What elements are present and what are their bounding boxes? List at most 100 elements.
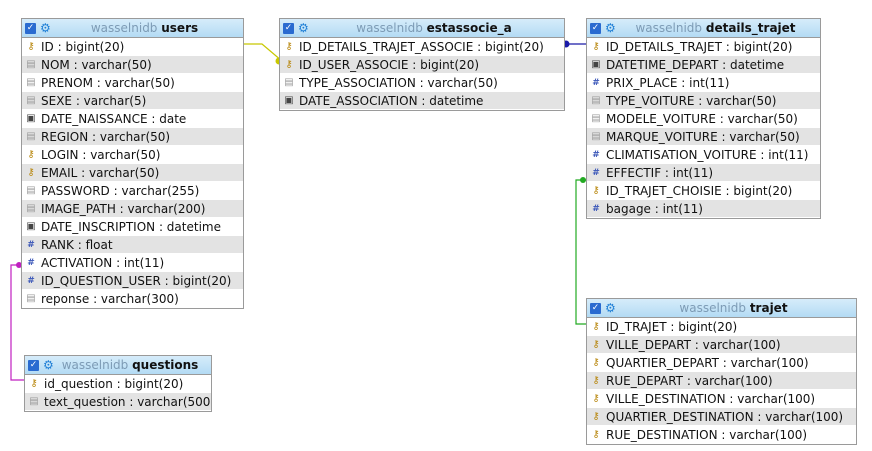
gear-icon[interactable]: ⚙ (298, 22, 310, 34)
column-row[interactable]: # CLIMATISATION_VOITURE : int(11) (587, 146, 820, 164)
column-row[interactable]: ▣ DATE_ASSOCIATION : datetime (280, 92, 564, 110)
text-icon: ▤ (26, 203, 36, 214)
key-icon: ⚷ (592, 393, 600, 404)
key-icon: ⚷ (592, 41, 600, 52)
column-row[interactable]: ▤ NOM : varchar(50) (22, 56, 243, 74)
column-row[interactable]: ⚷ VILLE_DESTINATION : varchar(100) (587, 390, 856, 408)
key-icon: ⚷ (592, 185, 600, 196)
column-row[interactable]: ⚷ RUE_DEPART : varchar(100) (587, 372, 856, 390)
text-icon: ▤ (591, 95, 601, 106)
checkbox-icon[interactable]: ✓ (28, 359, 39, 371)
column-row[interactable]: # bagage : int(11) (587, 200, 820, 218)
column-row[interactable]: ▤ PASSWORD : varchar(255) (22, 182, 243, 200)
column-row[interactable]: ▤ text_question : varchar(500) (25, 393, 211, 411)
gear-icon[interactable]: ⚙ (605, 22, 617, 34)
key-icon: ⚷ (592, 357, 600, 368)
number-icon: # (592, 167, 600, 178)
text-icon: ▤ (26, 293, 36, 304)
number-icon: # (592, 77, 600, 88)
table-header[interactable]: ✓ ⚙ wasselnidb users (22, 19, 243, 38)
column-row[interactable]: ▤ SEXE : varchar(5) (22, 92, 243, 110)
text-icon: ▤ (26, 77, 36, 88)
table-details-trajet[interactable]: ✓ ⚙ wasselnidb details_trajet ⚷ ID_DETAIL… (586, 18, 821, 219)
column-row[interactable]: ⚷ ID_DETAILS_TRAJET : bigint(20) (587, 38, 820, 56)
column-row[interactable]: # ACTIVATION : int(11) (22, 254, 243, 272)
column-row[interactable]: # EFFECTIF : int(11) (587, 164, 820, 182)
column-row[interactable]: ⚷ ID_TRAJET_CHOISIE : bigint(20) (587, 182, 820, 200)
column-row[interactable]: ▤ REGION : varchar(50) (22, 128, 243, 146)
table-title: wasselnidb questions (61, 358, 199, 372)
key-icon: ⚷ (592, 429, 600, 440)
column-row[interactable]: ⚷ EMAIL : varchar(50) (22, 164, 243, 182)
text-icon: ▤ (26, 131, 36, 142)
checkbox-icon[interactable]: ✓ (590, 302, 601, 314)
table-users[interactable]: ✓ ⚙ wasselnidb users ⚷ ID : bigint(20) ▤ N… (21, 18, 244, 309)
key-icon: ⚷ (27, 149, 35, 160)
column-row[interactable]: ▤ IMAGE_PATH : varchar(200) (22, 200, 243, 218)
column-row[interactable]: ⚷ RUE_DESTINATION : varchar(100) (587, 426, 856, 444)
checkbox-icon[interactable]: ✓ (590, 22, 601, 34)
gear-icon[interactable]: ⚙ (605, 302, 617, 314)
number-icon: # (27, 257, 35, 268)
column-row[interactable]: ⚷ ID_DETAILS_TRAJET_ASSOCIE : bigint(20) (280, 38, 564, 56)
column-row[interactable]: ▤ MODELE_VOITURE : varchar(50) (587, 110, 820, 128)
key-icon: ⚷ (592, 411, 600, 422)
column-row[interactable]: ▤ TYPE_VOITURE : varchar(50) (587, 92, 820, 110)
column-row[interactable]: ▣ DATE_NAISSANCE : date (22, 110, 243, 128)
column-row[interactable]: ⚷ ID : bigint(20) (22, 38, 243, 56)
column-row[interactable]: ⚷ LOGIN : varchar(50) (22, 146, 243, 164)
table-header[interactable]: ✓ ⚙ wasselnidb estassocie_a (280, 19, 564, 38)
key-icon: ⚷ (30, 378, 38, 389)
table-title: wasselnidb estassocie_a (356, 21, 512, 35)
table-questions[interactable]: ✓ ⚙ wasselnidb questions ⚷ id_question : … (24, 355, 212, 412)
number-icon: # (27, 275, 35, 286)
table-header[interactable]: ✓ ⚙ wasselnidb trajet (587, 299, 856, 318)
column-row[interactable]: ▤ PRENOM : varchar(50) (22, 74, 243, 92)
column-row[interactable]: ⚷ QUARTIER_DEPART : varchar(100) (587, 354, 856, 372)
table-title: wasselnidb users (90, 21, 199, 35)
key-icon: ⚷ (592, 321, 600, 332)
column-row[interactable]: ⚷ VILLE_DEPART : varchar(100) (587, 336, 856, 354)
text-icon: ▤ (29, 396, 39, 407)
relation-details-trajet-trajet (575, 177, 586, 325)
column-row[interactable]: ⚷ id_question : bigint(20) (25, 375, 211, 393)
checkbox-icon[interactable]: ✓ (25, 22, 36, 34)
column-row[interactable]: ⚷ ID_TRAJET : bigint(20) (587, 318, 856, 336)
text-icon: ▤ (26, 95, 36, 106)
column-row[interactable]: ▤ TYPE_ASSOCIATION : varchar(50) (280, 74, 564, 92)
table-trajet[interactable]: ✓ ⚙ wasselnidb trajet ⚷ ID_TRAJET : bigin… (586, 298, 857, 445)
text-icon: ▤ (26, 59, 36, 70)
column-row[interactable]: ⚷ ID_USER_ASSOCIE : bigint(20) (280, 56, 564, 74)
column-row[interactable]: # RANK : float (22, 236, 243, 254)
column-row[interactable]: # ID_QUESTION_USER : bigint(20) (22, 272, 243, 290)
table-header[interactable]: ✓ ⚙ wasselnidb questions (25, 356, 211, 375)
text-icon: ▤ (591, 131, 601, 142)
relation-estassocie-details-trajet (562, 40, 586, 48)
column-row[interactable]: ⚷ QUARTIER_DESTINATION : varchar(100) (587, 408, 856, 426)
checkbox-icon[interactable]: ✓ (283, 22, 294, 34)
column-row[interactable]: ▤ MARQUE_VOITURE : varchar(50) (587, 128, 820, 146)
date-icon: ▣ (26, 221, 36, 232)
number-icon: # (592, 203, 600, 214)
number-icon: # (592, 149, 600, 160)
text-icon: ▤ (591, 113, 601, 124)
key-icon: ⚷ (285, 59, 293, 70)
key-icon: ⚷ (285, 41, 293, 52)
table-title: wasselnidb trajet (679, 301, 788, 315)
date-icon: ▣ (26, 113, 36, 124)
column-row[interactable]: ▣ DATE_INSCRIPTION : datetime (22, 218, 243, 236)
key-icon: ⚷ (27, 41, 35, 52)
key-icon: ⚷ (27, 167, 35, 178)
column-row[interactable]: ▤ reponse : varchar(300) (22, 290, 243, 308)
table-header[interactable]: ✓ ⚙ wasselnidb details_trajet (587, 19, 820, 38)
table-estassocie-a[interactable]: ✓ ⚙ wasselnidb estassocie_a ⚷ ID_DETAILS_… (279, 18, 565, 111)
text-icon: ▤ (284, 77, 294, 88)
column-row[interactable]: ▣ DATETIME_DEPART : datetime (587, 56, 820, 74)
gear-icon[interactable]: ⚙ (43, 359, 55, 371)
gear-icon[interactable]: ⚙ (40, 22, 52, 34)
relation-users-estassocie (243, 43, 283, 65)
key-icon: ⚷ (592, 375, 600, 386)
column-row[interactable]: # PRIX_PLACE : int(11) (587, 74, 820, 92)
number-icon: # (27, 239, 35, 250)
date-icon: ▣ (591, 59, 601, 70)
